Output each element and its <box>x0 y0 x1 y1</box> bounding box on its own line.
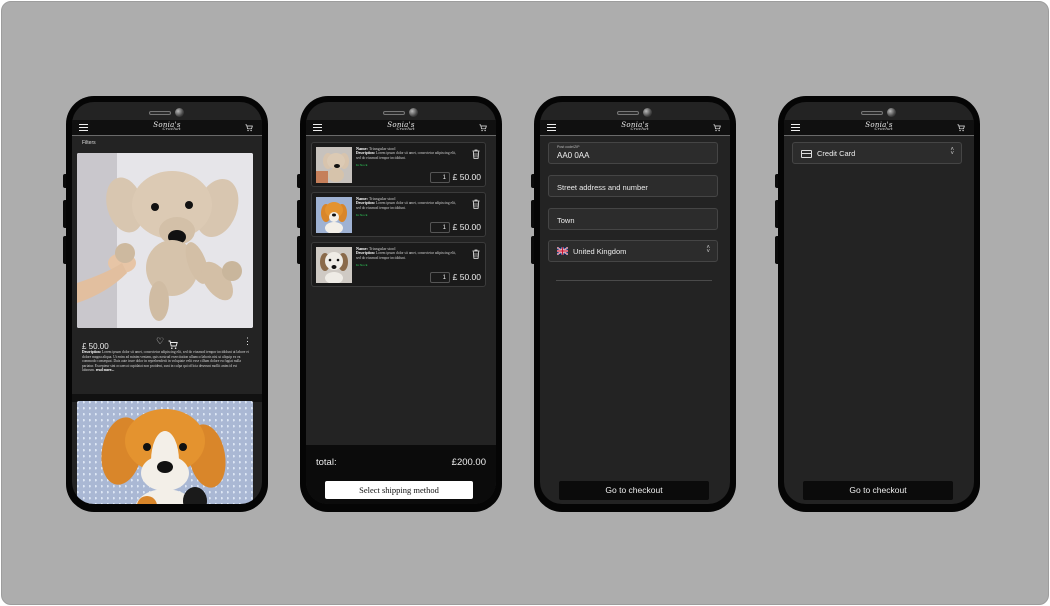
brand-logo[interactable]: Sonia's Crochet <box>621 121 649 131</box>
cart-screen: Sonia's Crochet Name: Triangular stool De… <box>306 102 496 504</box>
app-header: Sonia's Crochet <box>306 120 496 136</box>
cart-item-thumbnail[interactable] <box>316 147 352 183</box>
menu-icon[interactable] <box>791 124 800 132</box>
postcode-label: Post code/ZIP <box>557 145 580 149</box>
trash-icon[interactable] <box>472 146 480 159</box>
product-description: Description: Lorem ipsum dolor sit amet,… <box>82 350 249 373</box>
town-field[interactable]: Town <box>548 208 718 230</box>
app-header: Sonia's Crochet <box>784 120 974 136</box>
postcode-value: AA0 0AA <box>557 151 590 160</box>
country-value: United Kingdom <box>573 247 627 256</box>
phone-payment: Sonia's Crochet Credit Card ˄ ˅ Go to chec… <box>775 96 980 512</box>
credit-card-icon <box>801 150 812 158</box>
trash-icon[interactable] <box>472 246 480 259</box>
town-placeholder: Town <box>557 216 575 225</box>
chevron-updown-icon: ˄ ˅ <box>706 245 710 255</box>
payment-screen: Sonia's Crochet Credit Card ˄ ˅ Go to chec… <box>784 102 974 504</box>
total-value: £200.00 <box>451 457 486 468</box>
product-actions: £ 50.00 ♡ ⋮ <box>82 336 252 351</box>
menu-icon[interactable] <box>79 124 88 132</box>
stock-status: In Stock <box>356 263 368 268</box>
cart-item-info: Name: Triangular stool Description: Lore… <box>356 246 460 268</box>
filters-link[interactable]: Filters <box>82 140 96 146</box>
menu-icon[interactable] <box>547 124 556 132</box>
app-header: Sonia's Crochet <box>540 120 730 136</box>
menu-icon[interactable] <box>313 124 322 132</box>
cart-item-price: £ 50.00 <box>452 172 481 182</box>
cart-item-thumbnail[interactable] <box>316 197 352 234</box>
street-field[interactable]: Street address and number <box>548 175 718 197</box>
phone-cart: Sonia's Crochet Name: Triangular stool De… <box>297 96 502 512</box>
cart-item-price: £ 50.00 <box>452 222 481 232</box>
stock-status: In Stock <box>356 163 368 168</box>
street-placeholder: Street address and number <box>557 183 648 192</box>
payment-method-value: Credit Card <box>817 149 856 158</box>
uk-flag-icon <box>557 247 568 255</box>
read-more-link[interactable]: read more... <box>96 368 114 372</box>
go-to-checkout-button[interactable]: Go to checkout <box>559 481 709 500</box>
quantity-field[interactable]: 1 <box>430 222 450 233</box>
form-divider <box>556 280 712 281</box>
quantity-field[interactable]: 1 <box>430 272 450 283</box>
country-select[interactable]: United Kingdom ˄ ˅ <box>548 240 718 262</box>
phone-notch <box>605 106 665 120</box>
brand-logo[interactable]: Sonia's Crochet <box>865 121 893 131</box>
product-image-beagle[interactable] <box>77 401 253 504</box>
quantity-field[interactable]: 1 <box>430 172 450 183</box>
go-to-checkout-button[interactable]: Go to checkout <box>803 481 953 500</box>
phone-notch <box>137 106 197 120</box>
brand-logo[interactable]: Sonia's Crochet <box>387 121 415 131</box>
brand-logo[interactable]: Sonia's Crochet <box>153 121 181 131</box>
cart-item-info: Name: Triangular stool Description: Lore… <box>356 146 460 168</box>
cart-item-thumbnail[interactable] <box>316 247 352 284</box>
trash-icon[interactable] <box>472 196 480 209</box>
product-image-dog[interactable] <box>77 153 253 328</box>
chevron-updown-icon: ˄ ˅ <box>950 147 954 157</box>
phone-address: Sonia's Crochet Post code/ZIP AA0 0AA Str… <box>531 96 736 512</box>
address-screen: Sonia's Crochet Post code/ZIP AA0 0AA Str… <box>540 102 730 504</box>
cart-icon[interactable] <box>957 124 965 134</box>
cart-item-info: Name: Triangular stool Description: Lore… <box>356 196 460 218</box>
cart-item: Name: Triangular stool Description: Lore… <box>311 242 486 287</box>
payment-method-select[interactable]: Credit Card ˄ ˅ <box>792 142 962 164</box>
total-label: total: <box>316 457 337 468</box>
cart-icon[interactable] <box>245 124 253 134</box>
cart-icon[interactable] <box>713 124 721 134</box>
cart-item: Name: Triangular stool Description: Lore… <box>311 142 486 187</box>
cart-total-bar: total: £200.00 Select shipping method <box>306 445 496 504</box>
cart-item-price: £ 50.00 <box>452 272 481 282</box>
app-header: Sonia's Crochet <box>72 120 262 136</box>
favorite-heart-icon[interactable]: ♡ <box>156 336 164 347</box>
phone-notch <box>371 106 431 120</box>
cart-icon[interactable] <box>479 124 487 134</box>
phone-notch <box>849 106 909 120</box>
stock-status: In Stock <box>356 213 368 218</box>
catalog-screen: Sonia's Crochet Filters £ 50.00 ♡ ⋮ Desc… <box>72 102 262 504</box>
postcode-field[interactable]: Post code/ZIP AA0 0AA <box>548 142 718 164</box>
more-options-icon[interactable]: ⋮ <box>243 336 252 347</box>
cart-item: Name: Triangular stool Description: Lore… <box>311 192 486 237</box>
mockup-canvas: Sonia's Crochet Filters £ 50.00 ♡ ⋮ Desc… <box>1 1 1049 605</box>
phone-catalog: Sonia's Crochet Filters £ 50.00 ♡ ⋮ Desc… <box>63 96 268 512</box>
select-shipping-button[interactable]: Select shipping method <box>325 481 473 499</box>
